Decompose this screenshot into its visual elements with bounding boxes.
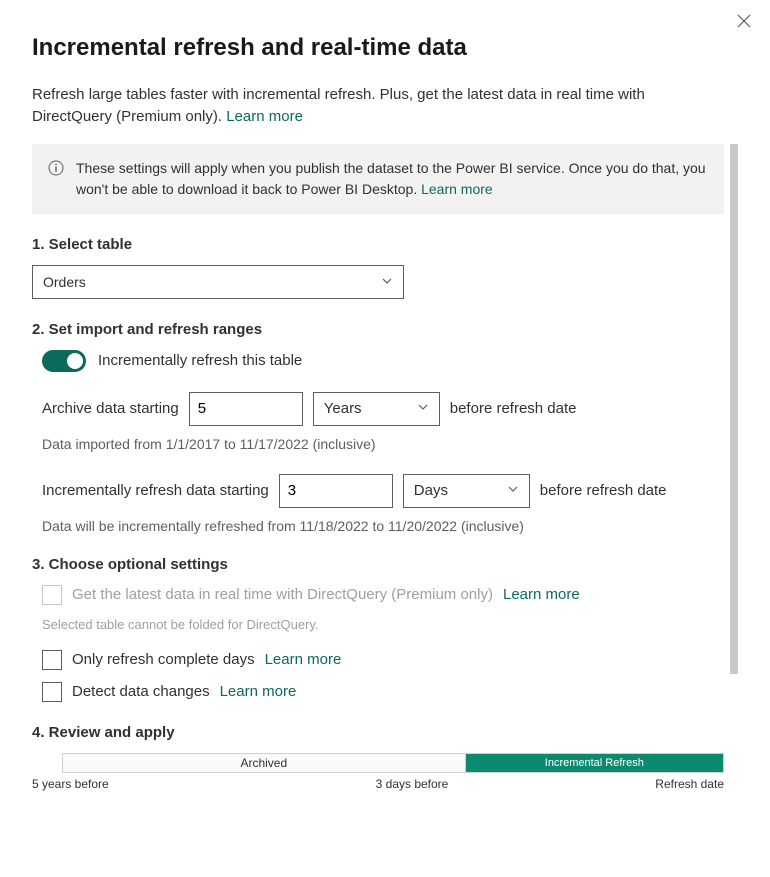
step4-label: 4. Review and apply bbox=[32, 724, 738, 741]
incremental-refresh-toggle[interactable] bbox=[42, 350, 86, 372]
complete-days-learn-more-link[interactable]: Learn more bbox=[265, 651, 342, 668]
archive-hint: Data imported from 1/1/2017 to 11/17/202… bbox=[42, 436, 738, 452]
incremental-row: Incrementally refresh data starting Days… bbox=[42, 474, 738, 508]
archive-suffix: before refresh date bbox=[450, 400, 577, 417]
timeline-right-label: Refresh date bbox=[655, 777, 724, 791]
directquery-learn-more-link[interactable]: Learn more bbox=[503, 586, 580, 603]
archive-unit-select[interactable]: Years bbox=[313, 392, 440, 426]
toggle-label: Incrementally refresh this table bbox=[98, 352, 302, 369]
incremental-refresh-dialog: Incremental refresh and real-time data R… bbox=[0, 0, 770, 877]
dialog-subtitle: Refresh large tables faster with increme… bbox=[32, 84, 712, 128]
close-icon bbox=[737, 14, 751, 31]
step2-label: 2. Set import and refresh ranges bbox=[32, 321, 738, 338]
detect-changes-label: Detect data changes bbox=[72, 683, 210, 700]
step-set-ranges: 2. Set import and refresh ranges Increme… bbox=[32, 321, 738, 534]
folding-hint: Selected table cannot be folded for Dire… bbox=[42, 617, 738, 632]
close-button[interactable] bbox=[732, 10, 756, 34]
detect-changes-checkbox[interactable] bbox=[42, 682, 62, 702]
step1-label: 1. Select table bbox=[32, 236, 738, 253]
complete-days-checkbox[interactable] bbox=[42, 650, 62, 670]
chevron-down-icon bbox=[381, 274, 393, 290]
incremental-unit-select[interactable]: Days bbox=[403, 474, 530, 508]
timeline-mid-label: 3 days before bbox=[376, 777, 449, 791]
chevron-down-icon bbox=[507, 482, 519, 499]
scroll-area: These settings will apply when you publi… bbox=[32, 144, 738, 877]
dialog-title: Incremental refresh and real-time data bbox=[32, 34, 738, 62]
detect-changes-learn-more-link[interactable]: Learn more bbox=[220, 683, 297, 700]
incremental-prefix: Incrementally refresh data starting bbox=[42, 482, 269, 499]
info-icon bbox=[48, 160, 64, 176]
learn-more-link[interactable]: Learn more bbox=[226, 108, 303, 125]
incremental-suffix: before refresh date bbox=[540, 482, 667, 499]
chevron-down-icon bbox=[417, 400, 429, 417]
incremental-hint: Data will be incrementally refreshed fro… bbox=[42, 518, 738, 534]
archive-unit-value: Years bbox=[324, 400, 362, 417]
directquery-label: Get the latest data in real time with Di… bbox=[72, 586, 493, 603]
banner-learn-more-link[interactable]: Learn more bbox=[421, 181, 493, 197]
info-banner: These settings will apply when you publi… bbox=[32, 144, 724, 214]
timeline-left-label: 5 years before bbox=[32, 777, 109, 791]
scrollbar[interactable] bbox=[730, 144, 738, 674]
archive-row: Archive data starting Years before refre… bbox=[42, 392, 738, 426]
step3-label: 3. Choose optional settings bbox=[32, 556, 738, 573]
timeline: Archived Incremental Refresh 5 years bef… bbox=[32, 753, 724, 791]
archive-prefix: Archive data starting bbox=[42, 400, 179, 417]
step-select-table: 1. Select table Orders bbox=[32, 236, 738, 299]
timeline-incremental-bar: Incremental Refresh bbox=[466, 754, 723, 772]
timeline-archived-bar: Archived bbox=[63, 754, 466, 772]
incremental-unit-value: Days bbox=[414, 482, 448, 499]
directquery-checkbox bbox=[42, 585, 62, 605]
step-review: 4. Review and apply Archived Incremental… bbox=[32, 724, 738, 791]
info-banner-text: These settings will apply when you publi… bbox=[76, 158, 708, 200]
archive-value-input[interactable] bbox=[189, 392, 303, 426]
step-optional: 3. Choose optional settings Get the late… bbox=[32, 556, 738, 702]
table-select-value: Orders bbox=[43, 274, 86, 290]
toggle-knob bbox=[67, 353, 83, 369]
incremental-value-input[interactable] bbox=[279, 474, 393, 508]
table-select[interactable]: Orders bbox=[32, 265, 404, 299]
complete-days-label: Only refresh complete days bbox=[72, 651, 255, 668]
